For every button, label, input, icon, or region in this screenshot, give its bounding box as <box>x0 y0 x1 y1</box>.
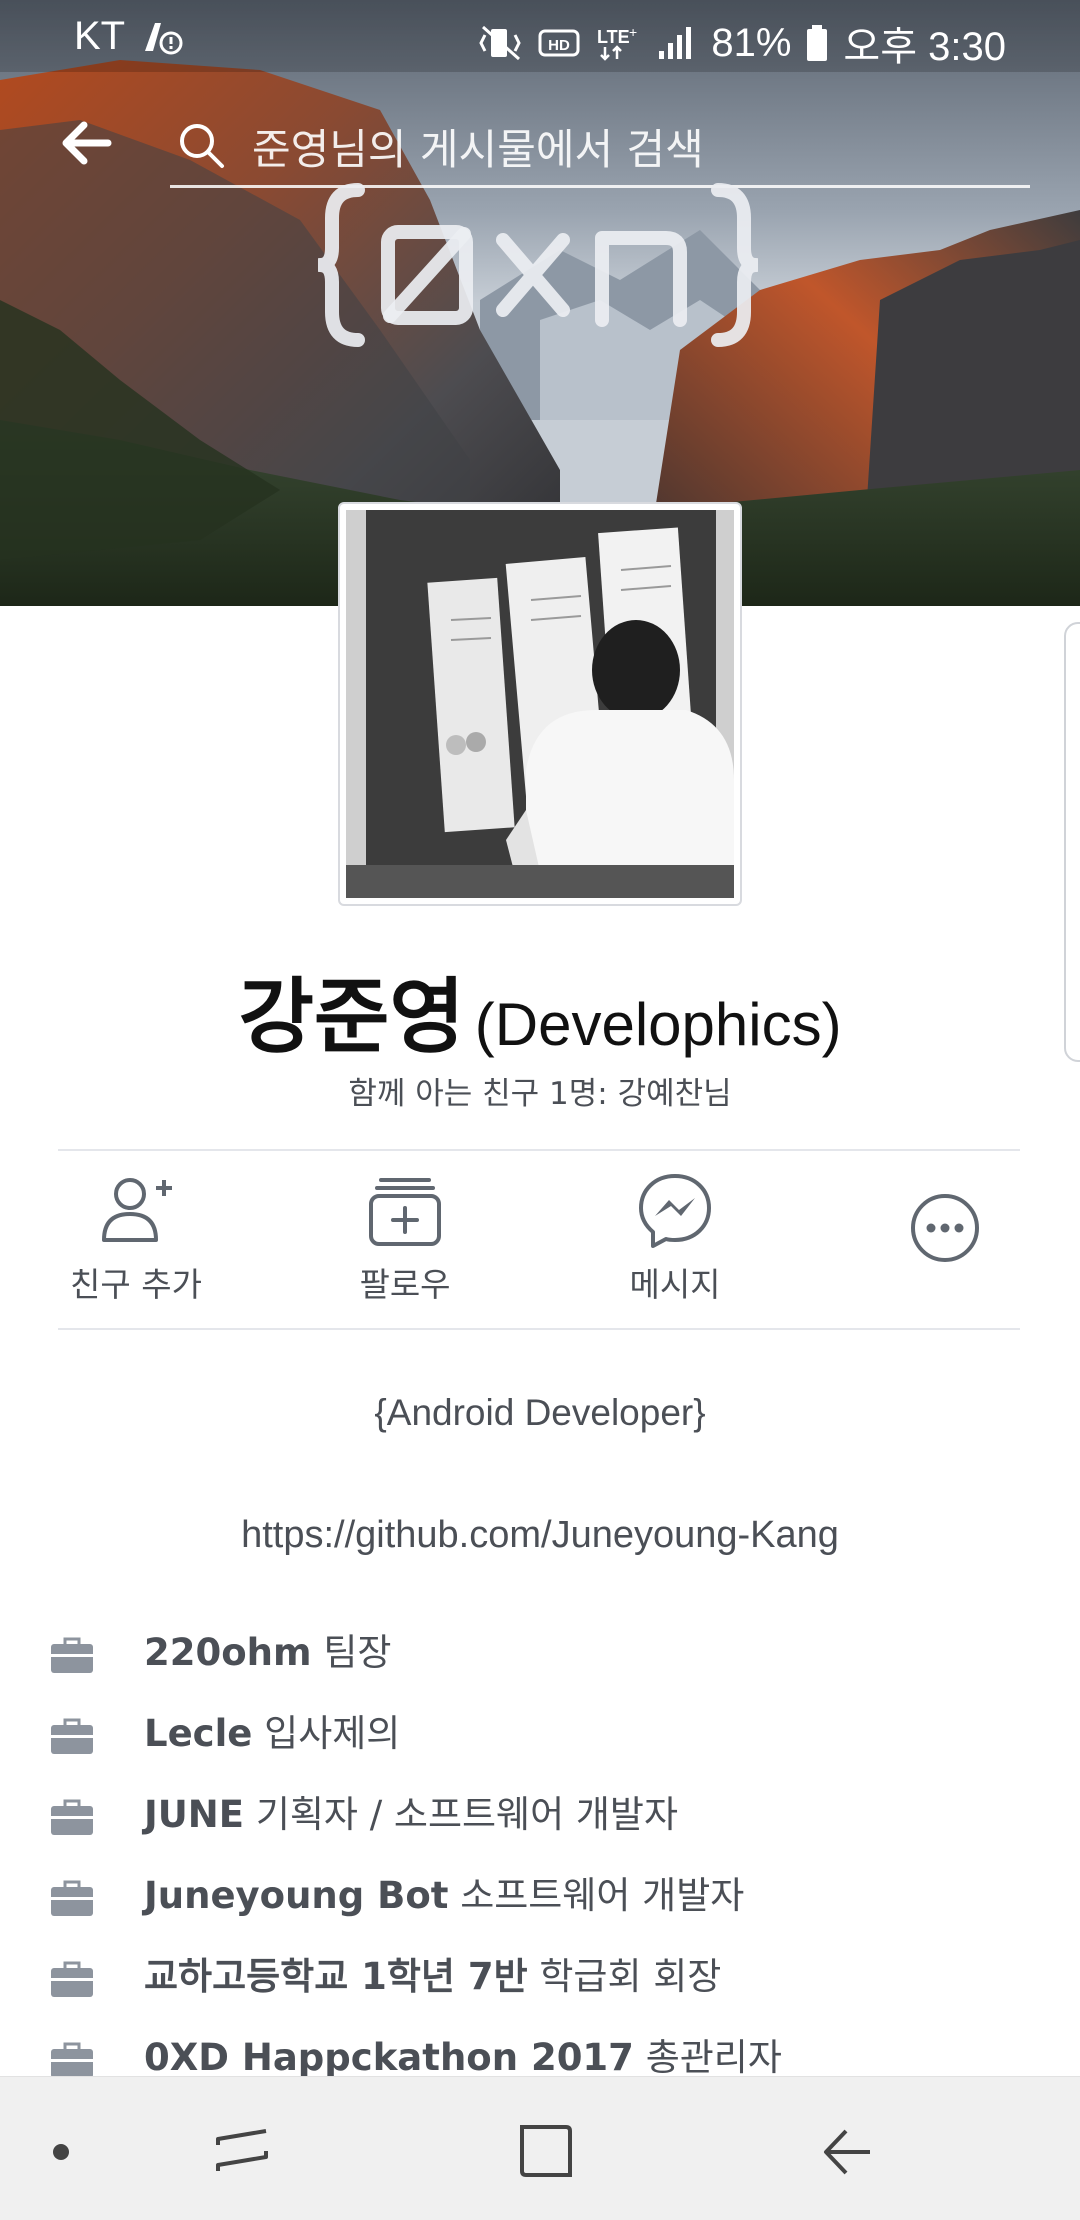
profile-website-link[interactable]: https://github.com/Juneyoung-Kang <box>0 1514 1080 1557</box>
work-item-org: Lecle <box>144 1712 253 1755</box>
recent-apps-icon[interactable] <box>208 2117 278 2187</box>
vibrate-icon <box>479 25 522 61</box>
profile-search-input[interactable]: 준영님의 게시물에서 검색 <box>170 110 1030 188</box>
profile-picture[interactable] <box>338 502 742 906</box>
work-item-role: 입사제의 <box>252 1712 401 1755</box>
navbar-dot-icon[interactable] <box>26 2117 96 2187</box>
work-item[interactable]: Lecle 입사제의 <box>0 1701 1080 1782</box>
briefcase-icon <box>51 1961 93 1997</box>
svg-text:HD: HD <box>549 37 571 54</box>
work-item-text: 교하고등학교 1학년 7반 학급회 회장 <box>144 1946 721 2000</box>
more-button[interactable] <box>825 1170 1065 1320</box>
add-friend-button[interactable]: 친구 추가 <box>16 1170 256 1320</box>
profile-photo-image <box>346 510 734 898</box>
divider-bottom <box>58 1328 1020 1330</box>
work-item-role: 기획자 / 소프트웨어 개발자 <box>244 1793 679 1836</box>
work-item-org: 220ohm <box>144 1631 312 1674</box>
battery-icon <box>807 25 828 61</box>
signal-icon <box>659 27 692 59</box>
work-item[interactable]: 220ohm 팀장 <box>0 1620 1080 1701</box>
work-item-org: Juneyoung Bot <box>144 1874 449 1917</box>
add-friend-icon <box>102 1178 172 1242</box>
data-saver-icon <box>145 22 183 54</box>
add-friend-label: 친구 추가 <box>70 1265 202 1304</box>
svg-text:LTE: LTE <box>597 27 630 47</box>
work-item-text: Lecle 입사제의 <box>144 1703 400 1757</box>
briefcase-icon <box>51 1880 93 1916</box>
system-navigation-bar <box>0 2076 1080 2220</box>
follow-label: 팔로우 <box>359 1265 451 1304</box>
back-arrow-icon[interactable] <box>56 118 116 168</box>
work-item-role: 총관리자 <box>633 2036 782 2079</box>
back-icon[interactable] <box>812 2117 882 2187</box>
search-icon <box>180 124 224 168</box>
follow-button[interactable]: 팔로우 <box>285 1170 525 1320</box>
work-item-text: JUNE 기획자 / 소프트웨어 개발자 <box>144 1784 678 1838</box>
home-icon[interactable] <box>510 2117 580 2187</box>
battery-percent: 81% <box>711 20 792 65</box>
work-item-role: 학급회 회장 <box>527 1955 722 1998</box>
lte-icon: LTE + <box>597 24 638 61</box>
work-item-role: 소프트웨어 개발자 <box>448 1874 745 1917</box>
messenger-icon <box>639 1174 711 1248</box>
work-item[interactable]: 교하고등학교 1학년 7반 학급회 회장 <box>0 1944 1080 2025</box>
message-button[interactable]: 메시지 <box>555 1170 795 1320</box>
briefcase-icon <box>51 1718 93 1754</box>
profile-photo <box>346 510 734 898</box>
work-item-org: 0XD Happckathon 2017 <box>144 2036 634 2079</box>
clock: 오후 3:30 <box>843 25 1006 69</box>
more-icon <box>911 1194 979 1262</box>
briefcase-icon <box>51 1799 93 1835</box>
work-item-org: JUNE <box>144 1793 245 1836</box>
profile-name-korean: 강준영 <box>238 970 465 1065</box>
svg-text:+: + <box>629 24 637 40</box>
work-item-text: 220ohm 팀장 <box>144 1622 391 1676</box>
work-item-org: 교하고등학교 1학년 7반 <box>144 1955 528 1998</box>
work-item-role: 팀장 <box>311 1631 392 1674</box>
search-placeholder: 준영님의 게시물에서 검색 <box>252 125 704 174</box>
profile-actions: 친구 추가 팔로우 메시지 <box>0 1150 1080 1328</box>
oxd-logo <box>318 183 758 347</box>
profile-name: 강준영 (Develophics) <box>0 950 1080 1069</box>
carrier-label: KT <box>74 14 126 58</box>
follow-icon <box>369 1178 441 1246</box>
hd-icon: HD <box>538 29 580 57</box>
profile-bio: {Android Developer} <box>374 1392 706 1433</box>
work-item-text: 0XD Happckathon 2017 총관리자 <box>144 2027 782 2081</box>
briefcase-icon <box>51 2042 93 2078</box>
work-item[interactable]: Juneyoung Bot 소프트웨어 개발자 <box>0 1863 1080 1944</box>
work-item[interactable]: JUNE 기획자 / 소프트웨어 개발자 <box>0 1782 1080 1863</box>
profile-alternate-name: (Develophics) <box>474 991 842 1058</box>
message-label: 메시지 <box>629 1265 721 1304</box>
mutual-friends[interactable]: 함께 아는 친구 1명: 강예찬님 <box>0 1068 1080 1113</box>
work-list: 220ohm 팀장 Lecle 입사제의 JUNE 기획자 / 소프트웨어 개발… <box>0 1620 1080 2106</box>
briefcase-icon <box>51 1637 93 1673</box>
status-bar: KT HD LTE + 81% 오후 3:30 <box>0 0 1080 72</box>
work-item-text: Juneyoung Bot 소프트웨어 개발자 <box>144 1865 744 1919</box>
